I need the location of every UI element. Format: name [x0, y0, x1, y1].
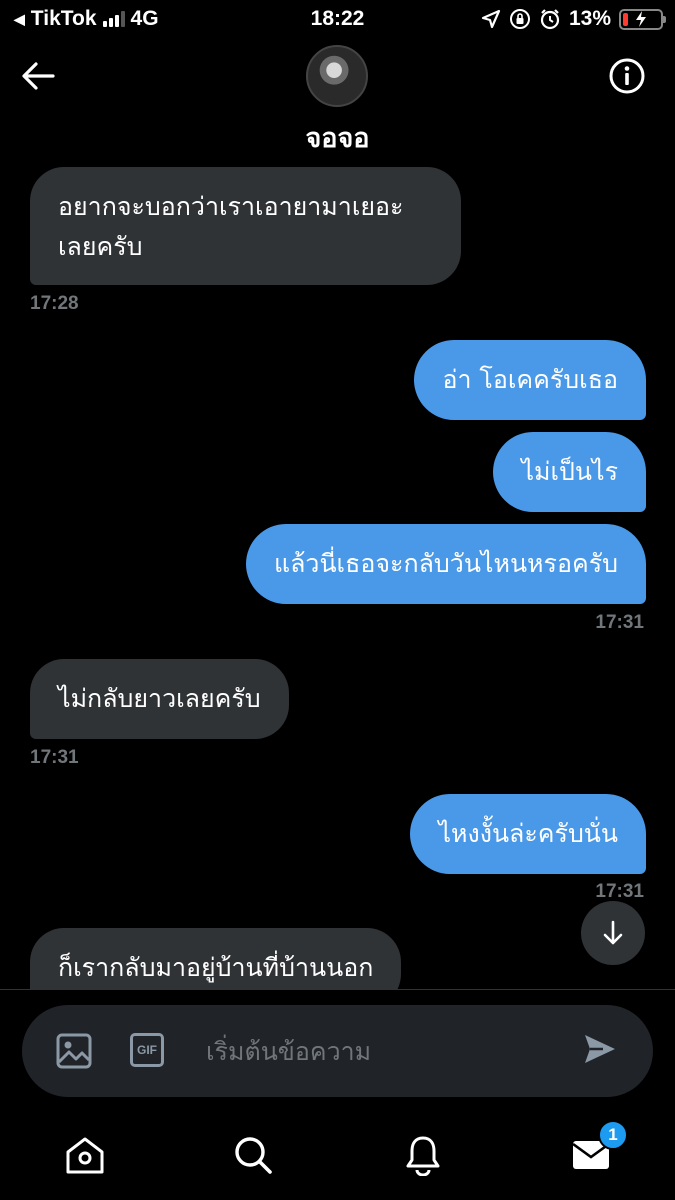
message-list[interactable]: อยากจะบอกว่าเราเอายามาเยอะ เลยครับ 17:28…: [0, 163, 675, 989]
battery-fill: [623, 12, 628, 26]
location-arrow-icon: [481, 9, 501, 29]
message-composer: GIF: [22, 1005, 653, 1097]
message-text: ไม่กลับยาวเลยครับ: [58, 684, 261, 713]
bolt-icon: [636, 11, 646, 27]
home-icon: [66, 1137, 104, 1174]
message-text: ไม่เป็นไร: [521, 457, 618, 486]
tab-search[interactable]: [230, 1132, 276, 1178]
image-icon[interactable]: [56, 1033, 92, 1069]
back-arrow-icon: [22, 62, 55, 90]
info-button[interactable]: [607, 56, 647, 96]
status-left: ◀ TikTok 4G: [14, 7, 159, 31]
gif-icon[interactable]: GIF: [130, 1033, 164, 1067]
message-text: อ่า โอเคครับเธอ: [442, 365, 618, 394]
contact-name[interactable]: จอจอ: [0, 116, 675, 159]
messages-badge: 1: [598, 1120, 628, 1150]
orientation-lock-icon: [509, 9, 530, 29]
bottom-tab-bar: 1: [0, 1120, 675, 1200]
message-bubble-outgoing[interactable]: ไหงงั้นล่ะครับนั่น: [410, 794, 646, 874]
message-timestamp: 17:31: [595, 612, 644, 633]
status-bar: ◀ TikTok 4G 18:22 13%: [0, 0, 675, 38]
back-to-app-icon[interactable]: ◀: [14, 11, 25, 28]
message-bubble-outgoing[interactable]: แล้วนี่เธอจะกลับวันไหนหรอครับ: [246, 524, 646, 604]
battery-icon: [619, 8, 666, 30]
message-timestamp: 17:28: [30, 293, 79, 314]
message-bubble-incoming[interactable]: อยากจะบอกว่าเราเอายามาเยอะ เลยครับ: [30, 167, 461, 285]
network-label: 4G: [130, 7, 159, 30]
message-text: เลยครับ: [58, 232, 143, 261]
conversation-header: จอจอ: [0, 38, 675, 163]
signal-icon: [102, 11, 125, 27]
tab-messages[interactable]: 1: [568, 1120, 628, 1178]
message-timestamp: 17:31: [595, 881, 644, 902]
status-time: 18:22: [310, 7, 365, 30]
message-timestamp: 17:31: [30, 747, 79, 768]
tab-home[interactable]: [62, 1132, 108, 1178]
status-right: 13%: [481, 7, 666, 31]
message-input[interactable]: [206, 1027, 566, 1075]
message-bubble-incoming[interactable]: ไม่กลับยาวเลยครับ: [30, 659, 289, 739]
send-icon[interactable]: [583, 1033, 617, 1065]
info-icon: [609, 58, 645, 94]
scroll-down-button[interactable]: [581, 901, 645, 965]
tab-notifications[interactable]: [400, 1132, 446, 1178]
message-text: ก็เรากลับมาอยู่บ้านที่บ้านนอก: [58, 953, 374, 982]
message-text: แล้วนี่เธอจะกลับวันไหนหรอครับ: [274, 549, 618, 578]
bell-icon: [406, 1136, 440, 1176]
back-app-label[interactable]: TikTok: [31, 7, 97, 31]
alarm-icon: [540, 9, 560, 30]
composer-divider: [0, 989, 675, 990]
scroll-down-icon: [603, 920, 623, 945]
battery-percent: 13%: [568, 7, 611, 30]
message-bubble-incoming[interactable]: ก็เรากลับมาอยู่บ้านที่บ้านนอก: [30, 928, 402, 989]
message-text: ไหงงั้นล่ะครับนั่น: [438, 819, 618, 848]
back-button[interactable]: [18, 56, 58, 96]
message-bubble-outgoing[interactable]: ไม่เป็นไร: [493, 432, 646, 512]
contact-avatar[interactable]: [306, 45, 368, 107]
message-bubble-outgoing[interactable]: อ่า โอเคครับเธอ: [414, 340, 646, 420]
search-icon: [235, 1137, 272, 1174]
message-text: อยากจะบอกว่าเราเอายามาเยอะ: [58, 192, 404, 221]
